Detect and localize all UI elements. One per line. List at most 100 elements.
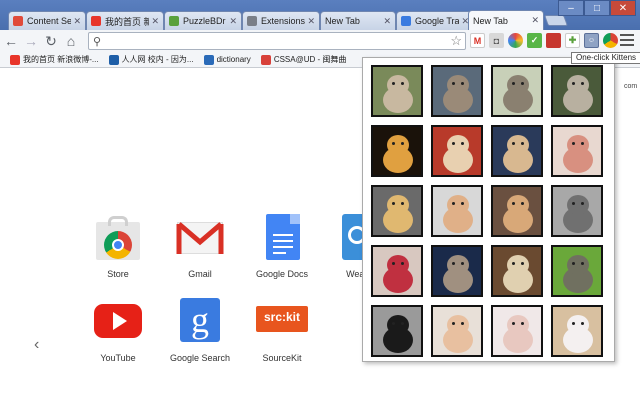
- weibo-icon: [10, 54, 20, 65]
- dictionary-icon: [203, 54, 214, 65]
- app-label: YouTube: [100, 353, 136, 363]
- bookmark-label: CSSA@UD - 闽舞曲: [273, 55, 347, 64]
- google-translate-icon: [401, 16, 411, 26]
- colorful-extension-icon[interactable]: [508, 33, 523, 48]
- omnibox[interactable]: ⚲ ☆: [88, 32, 466, 50]
- tab-strip: Content Se ✕ 我的首页 新 ✕ PuzzleBDr ✕ Extensions ✕ N…: [0, 0, 640, 30]
- tab-close-icon[interactable]: ✕: [307, 16, 315, 27]
- google-docs-icon: [258, 214, 306, 262]
- tab-1[interactable]: 我的首页 新 ✕: [86, 11, 164, 30]
- kitten-photo-icon[interactable]: [551, 245, 603, 297]
- kittens-popup: [362, 57, 615, 362]
- tab-label: 我的首页 新: [105, 16, 150, 27]
- tab-close-icon[interactable]: ✕: [383, 16, 391, 27]
- pocket-extension-icon[interactable]: ◘: [489, 33, 504, 48]
- ntp-corner-text: com: [624, 83, 638, 90]
- cssa-icon: [260, 54, 271, 65]
- kitten-photo-icon[interactable]: [491, 125, 543, 177]
- tab-close-icon[interactable]: ✕: [229, 16, 237, 27]
- tab-close-icon[interactable]: ✕: [531, 15, 539, 26]
- new-tab-button[interactable]: [543, 15, 569, 26]
- forward-icon[interactable]: →: [22, 32, 40, 50]
- kitten-photo-icon[interactable]: [491, 305, 543, 357]
- minimize-icon[interactable]: –: [558, 0, 584, 16]
- puzzle-icon: [169, 16, 179, 26]
- tab-6[interactable]: New Tab ✕: [468, 10, 544, 30]
- sourcekit-icon: src:kit: [256, 298, 308, 346]
- app-gmail[interactable]: Gmail: [160, 214, 240, 279]
- evernote-extension-icon[interactable]: ✓: [527, 33, 542, 48]
- tab-4[interactable]: New Tab ✕: [320, 11, 396, 30]
- maximize-icon[interactable]: □: [584, 0, 610, 16]
- chevron-left-icon[interactable]: ‹: [34, 336, 39, 354]
- kitten-photo-icon[interactable]: [431, 245, 483, 297]
- google-search-icon: g: [176, 298, 224, 346]
- app-youtube[interactable]: YouTube: [78, 298, 158, 363]
- tab-label: Extensions: [261, 16, 306, 26]
- kitten-photo-icon[interactable]: [491, 245, 543, 297]
- tooltip: One-click Kittens: [571, 52, 640, 64]
- extension-icons: M ◘ ✓ ✚ ☺: [470, 33, 618, 48]
- store-icon: [94, 214, 142, 262]
- bookmark-item[interactable]: 我的首页 新浪微博-...: [10, 54, 99, 65]
- kitten-photo-icon[interactable]: [371, 185, 423, 237]
- tab-5[interactable]: Google Tra ✕: [396, 11, 474, 30]
- app-label: SourceKit: [262, 353, 302, 363]
- kitten-photo-icon[interactable]: [431, 185, 483, 237]
- app-label: Google Docs: [255, 269, 309, 279]
- tab-0[interactable]: Content Se ✕: [8, 11, 86, 30]
- bookmark-label: 人人网 校内 - 因为...: [121, 55, 194, 64]
- kitten-photo-icon[interactable]: [371, 125, 423, 177]
- kitten-photo-icon[interactable]: [371, 245, 423, 297]
- renren-icon: [108, 54, 119, 65]
- kitten-photo-icon[interactable]: [551, 65, 603, 117]
- youtube-icon: [94, 298, 142, 346]
- weibo-icon: [91, 16, 101, 26]
- tab-close-icon[interactable]: ✕: [73, 16, 81, 27]
- home-icon[interactable]: ⌂: [62, 32, 80, 50]
- app-label: Store: [107, 269, 129, 279]
- app-google-search[interactable]: g Google Search: [160, 298, 240, 363]
- tab-label: Content Se: [27, 16, 72, 26]
- tab-label: PuzzleBDr: [183, 16, 226, 26]
- bookmark-item[interactable]: dictionary: [203, 54, 251, 65]
- kitten-photo-icon[interactable]: [431, 305, 483, 357]
- kitten-photo-icon[interactable]: [491, 65, 543, 117]
- app-store[interactable]: Store: [78, 214, 158, 279]
- tab-close-icon[interactable]: ✕: [151, 16, 159, 27]
- chrome-icon: [13, 16, 23, 26]
- bookmark-label: dictionary: [216, 55, 251, 64]
- app-sourcekit[interactable]: src:kit SourceKit: [242, 298, 322, 363]
- bookmark-item[interactable]: CSSA@UD - 闽舞曲: [260, 54, 347, 65]
- close-window-icon[interactable]: ✕: [610, 0, 636, 16]
- bookmark-label: 我的首页 新浪微博-...: [23, 55, 99, 64]
- kitten-photo-icon[interactable]: [431, 125, 483, 177]
- kitten-photo-icon[interactable]: [551, 185, 603, 237]
- puzzle-extension-icon[interactable]: ✚: [565, 33, 580, 48]
- tab-label: Google Tra: [415, 16, 460, 26]
- bookmark-item[interactable]: 人人网 校内 - 因为...: [108, 54, 194, 65]
- extensions-icon: [247, 16, 257, 26]
- kitten-photo-icon[interactable]: [551, 305, 603, 357]
- kitten-photo-icon[interactable]: [431, 65, 483, 117]
- bookmark-extension-icon[interactable]: [546, 33, 561, 48]
- kitten-photo-icon[interactable]: [551, 125, 603, 177]
- reload-icon[interactable]: ↻: [42, 32, 60, 50]
- sourcekit-logo-text: src:kit: [263, 310, 301, 324]
- bookmark-star-icon[interactable]: ☆: [450, 33, 462, 49]
- gmail-extension-icon[interactable]: M: [470, 33, 485, 48]
- kitten-photo-icon[interactable]: [491, 185, 543, 237]
- chrome-extension-icon[interactable]: [603, 33, 618, 48]
- kittens-extension-icon[interactable]: ☺: [584, 33, 599, 48]
- gmail-icon: [176, 214, 224, 262]
- menu-icon[interactable]: [620, 33, 634, 47]
- app-label: Gmail: [188, 269, 212, 279]
- kitten-photo-icon[interactable]: [371, 305, 423, 357]
- tab-2[interactable]: PuzzleBDr ✕: [164, 11, 242, 30]
- tab-3[interactable]: Extensions ✕: [242, 11, 320, 30]
- tab-label: New Tab: [473, 15, 508, 26]
- back-icon[interactable]: ←: [2, 32, 20, 50]
- kitten-photo-icon[interactable]: [371, 65, 423, 117]
- toolbar: ← → ↻ ⌂ ⚲ ☆ M ◘ ✓ ✚ ☺: [0, 30, 640, 52]
- search-icon: ⚲: [93, 36, 102, 48]
